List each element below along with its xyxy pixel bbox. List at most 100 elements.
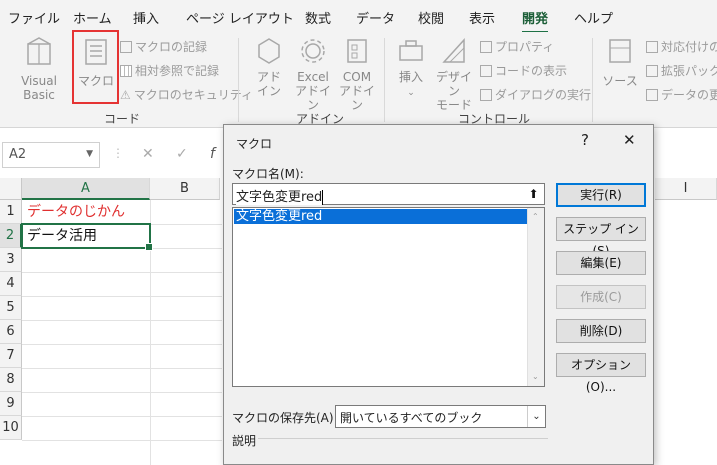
expansion-packs-label: 拡張パック xyxy=(661,64,717,78)
properties-button[interactable]: プロパティ xyxy=(480,38,554,55)
macro-dialog: マクロ ? ✕ マクロ名(M): 文字色変更red ⬆ 文字色変更red ⌃ ⌄… xyxy=(223,124,654,465)
name-box[interactable]: A2 ▼ xyxy=(2,142,100,168)
properties-icon xyxy=(480,40,492,53)
row-header-7[interactable]: 7 xyxy=(0,344,22,368)
up-arrow-icon[interactable]: ⬆ xyxy=(524,185,543,203)
record-macro-icon xyxy=(120,40,132,53)
excel-addins-label-1: Excel xyxy=(297,70,329,84)
list-item[interactable]: 文字色変更red xyxy=(234,209,528,224)
check-icon[interactable]: ✓ xyxy=(176,146,188,162)
map-properties-button[interactable]: 対応付けの xyxy=(646,38,717,55)
column-header-a[interactable]: A xyxy=(22,178,150,200)
close-icon[interactable]: ✕ xyxy=(623,131,636,149)
column-header-b[interactable]: B xyxy=(150,178,220,200)
tab-formulas[interactable]: 数式 xyxy=(305,8,331,27)
row-header-3[interactable]: 3 xyxy=(0,248,22,272)
row-header-2[interactable]: 2 xyxy=(0,224,22,248)
com-addins-label-2: アドイン xyxy=(338,84,375,112)
grid-line xyxy=(22,344,222,345)
refresh-data-button[interactable]: データの更 xyxy=(646,86,717,103)
cancel-icon[interactable]: ✕ xyxy=(142,146,154,162)
delete-button[interactable]: 削除(D) xyxy=(556,319,646,343)
visual-basic-button[interactable]: Visual Basic xyxy=(4,36,74,102)
macro-name-value: 文字色変更red xyxy=(236,190,324,205)
row-header-4[interactable]: 4 xyxy=(0,272,22,296)
expansion-packs-icon xyxy=(646,64,658,77)
visual-basic-icon xyxy=(27,37,51,65)
ribbon-separator xyxy=(384,38,385,122)
tab-insert[interactable]: 挿入 xyxy=(133,8,159,27)
row-header-9[interactable]: 9 xyxy=(0,392,22,416)
record-macro-button[interactable]: マクロの記録 xyxy=(120,38,207,55)
excel-addins-button[interactable]: Excel アドイン xyxy=(292,36,334,112)
addins-button[interactable]: アド イン xyxy=(252,36,286,98)
insert-control-label: 挿入 xyxy=(398,70,423,84)
visual-basic-label: Visual Basic xyxy=(21,74,57,102)
grid-line xyxy=(22,368,222,369)
tab-data[interactable]: データ xyxy=(356,8,395,27)
view-code-button[interactable]: コードの表示 xyxy=(480,62,567,79)
row-header-10[interactable]: 10 xyxy=(0,416,22,440)
step-in-button[interactable]: ステップ イン(S) xyxy=(556,217,646,258)
row-header-1[interactable]: 1 xyxy=(0,200,22,224)
record-macro-label: マクロの記録 xyxy=(135,40,208,54)
expansion-packs-button[interactable]: 拡張パック xyxy=(646,62,717,79)
grid-line xyxy=(22,392,222,393)
more-icon: ⋮ xyxy=(112,146,124,160)
macro-security-button[interactable]: ⚠ マクロのセキュリティ xyxy=(120,86,253,103)
relative-ref-button[interactable]: 相対参照で記録 xyxy=(120,62,219,79)
macro-name-input[interactable]: 文字色変更red xyxy=(232,183,545,205)
group-label-code: コード xyxy=(104,112,141,126)
tab-page-layout[interactable]: ページ レイアウト xyxy=(186,8,294,27)
tab-home[interactable]: ホーム xyxy=(73,8,112,27)
help-icon[interactable]: ? xyxy=(581,131,589,149)
location-select[interactable]: 開いているすべてのブック ⌄ xyxy=(335,405,546,428)
ribbon-tabs: ファイル ホーム 挿入 ページ レイアウト 数式 データ 校閲 表示 開発 ヘル… xyxy=(0,0,717,33)
relative-ref-label: 相対参照で記録 xyxy=(135,64,220,78)
grid-line xyxy=(22,296,222,297)
macro-list[interactable]: 文字色変更red ⌃ ⌄ xyxy=(232,207,545,387)
run-dialog-icon xyxy=(480,88,492,101)
row-header-6[interactable]: 6 xyxy=(0,320,22,344)
create-button[interactable]: 作成(C) xyxy=(556,285,646,309)
scroll-up-icon[interactable]: ⌃ xyxy=(532,212,539,221)
properties-label: プロパティ xyxy=(495,40,555,54)
column-header-i[interactable]: I xyxy=(655,178,717,200)
name-box-value: A2 xyxy=(9,147,27,162)
cell-a1[interactable]: データのじかん xyxy=(22,200,125,224)
tab-help[interactable]: ヘルプ xyxy=(574,8,613,27)
view-code-label: コードの表示 xyxy=(495,64,568,78)
select-all-corner[interactable] xyxy=(0,178,22,200)
edit-button[interactable]: 編集(E) xyxy=(556,251,646,275)
grid-line xyxy=(22,440,222,441)
scroll-down-icon[interactable]: ⌄ xyxy=(532,372,539,381)
hexagon-icon xyxy=(258,38,280,64)
scrollbar[interactable]: ⌃ ⌄ xyxy=(527,208,544,386)
chevron-down-icon[interactable]: ⌄ xyxy=(527,406,545,427)
run-dialog-button[interactable]: ダイアログの実行 xyxy=(480,86,591,103)
description-divider xyxy=(258,438,548,439)
chevron-down-icon[interactable]: ▼ xyxy=(86,149,93,159)
com-addins-button[interactable]: COM アドイン xyxy=(336,36,378,112)
row-header-5[interactable]: 5 xyxy=(0,296,22,320)
grid-line xyxy=(22,272,222,273)
design-mode-icon xyxy=(442,38,465,63)
insert-control-button[interactable]: 挿入 ⌄ xyxy=(394,36,428,100)
design-mode-button[interactable]: デザイン モード xyxy=(432,36,476,112)
ribbon: Visual Basic マクロ マクロの記録 相対参照で記録 ⚠ マクロのセキ… xyxy=(0,30,717,128)
tab-view[interactable]: 表示 xyxy=(469,8,495,27)
dialog-title: マクロ xyxy=(236,137,273,151)
xml-source-button[interactable]: ソース xyxy=(602,36,638,88)
tab-developer[interactable]: 開発 xyxy=(522,8,549,33)
run-button[interactable]: 実行(R) xyxy=(556,183,646,207)
tab-review[interactable]: 校閲 xyxy=(418,8,444,27)
options-button[interactable]: オプション(O)... xyxy=(556,353,646,394)
refresh-data-label: データの更 xyxy=(661,88,717,102)
cell-selection xyxy=(21,223,153,251)
location-label: マクロの保存先(A): xyxy=(232,411,338,425)
xml-source-icon xyxy=(609,39,631,63)
row-header-8[interactable]: 8 xyxy=(0,368,22,392)
function-icon[interactable]: f xyxy=(210,146,215,162)
tab-file[interactable]: ファイル xyxy=(8,8,60,27)
addins-label-1: アド xyxy=(256,70,281,84)
